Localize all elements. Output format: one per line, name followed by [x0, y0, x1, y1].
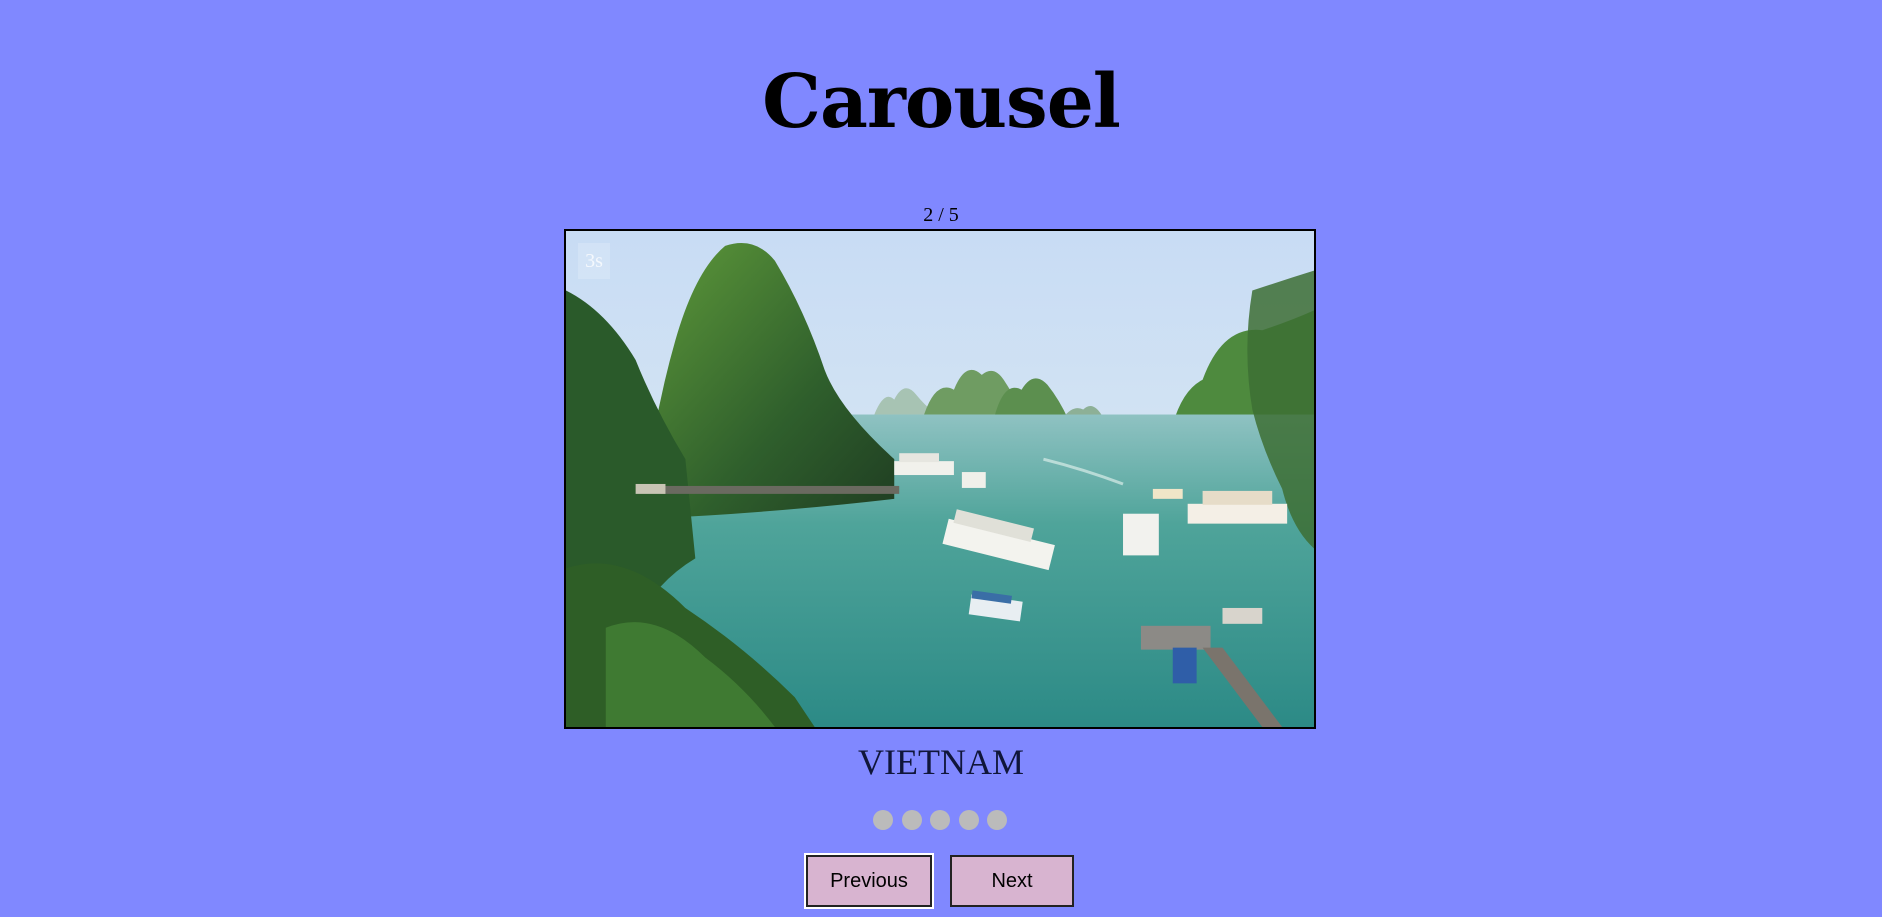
autoplay-timer: 3s: [578, 243, 610, 279]
slide-caption: VIETNAM: [858, 742, 1024, 782]
slide-indicator-2[interactable]: [901, 810, 922, 830]
previous-button[interactable]: Previous: [804, 853, 934, 909]
slide-indicator-4[interactable]: [958, 810, 979, 830]
next-button[interactable]: Next: [950, 855, 1074, 907]
slide-counter: 2 / 5: [923, 204, 959, 226]
slide-indicator-1[interactable]: [873, 810, 893, 830]
vietnam-landscape-image: [566, 231, 1314, 727]
slide-indicator-3[interactable]: [930, 810, 950, 830]
carousel-slide-image: 3s: [564, 229, 1316, 729]
page-title: Carousel: [762, 59, 1121, 145]
slide-indicators: [873, 810, 1007, 830]
slide-indicator-5[interactable]: [987, 810, 1007, 830]
